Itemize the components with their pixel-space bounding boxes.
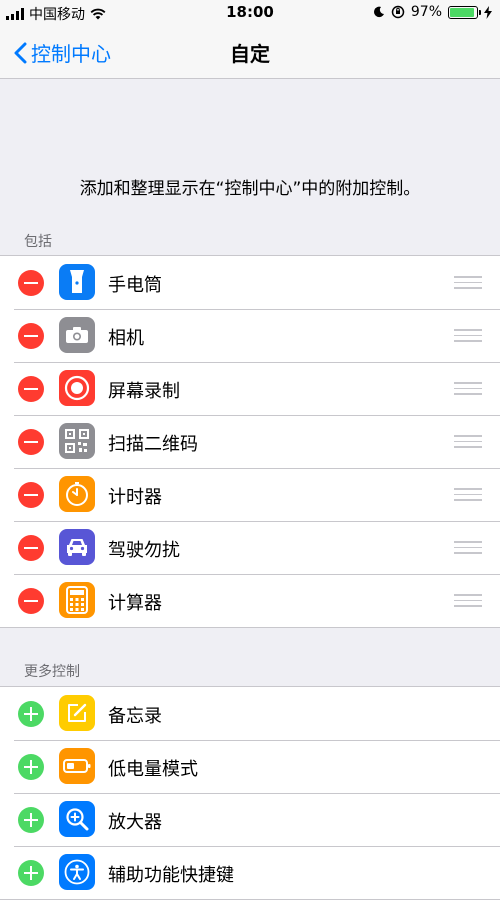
add-button[interactable] [18,860,44,886]
control-label: 手电筒 [108,275,162,296]
control-label: 低电量模式 [108,759,198,780]
charging-icon [484,5,492,19]
control-row: 备忘录 [0,687,500,740]
control-label: 屏幕录制 [108,381,180,402]
description-text: 添加和整理显示在“控制中心”中的附加控制。 [79,179,421,199]
control-row: 辅助功能快捷键 [0,846,500,899]
more-controls-list: 备忘录低电量模式放大器辅助功能快捷键 [0,686,500,900]
remove-button[interactable] [18,429,44,455]
control-label: 扫描二维码 [108,434,198,455]
control-row: 放大器 [0,793,500,846]
navigation-bar: 控制中心 自定 [0,26,500,79]
low-power-icon [59,748,95,784]
control-row: 低电量模式 [0,740,500,793]
reorder-handle-icon[interactable] [454,276,482,293]
page-title: 自定 [230,42,270,66]
remove-button[interactable] [18,270,44,296]
reorder-handle-icon[interactable] [454,488,482,505]
reorder-handle-icon[interactable] [454,382,482,399]
add-button[interactable] [18,754,44,780]
control-label: 备忘录 [108,706,162,727]
timer-icon [59,476,95,512]
status-right: 97% [373,4,492,20]
remove-button[interactable] [18,482,44,508]
section-header-included: 包括 [24,234,52,250]
battery-icon [448,5,481,19]
remove-button[interactable] [18,588,44,614]
control-row: 计算器 [0,574,500,627]
control-label: 计算器 [108,593,162,614]
control-row: 相机 [0,309,500,362]
control-row: 屏幕录制 [0,362,500,415]
reorder-handle-icon[interactable] [454,329,482,346]
battery-fill [450,7,475,17]
add-button[interactable] [18,701,44,727]
control-row: 扫描二维码 [0,415,500,468]
included-controls-list: 手电筒相机屏幕录制扫描二维码计时器驾驶勿扰计算器 [0,255,500,628]
control-label: 相机 [108,328,144,349]
rotation-lock-icon [391,5,405,19]
flashlight-icon [59,264,95,300]
control-label: 计时器 [108,487,162,508]
calculator-icon [59,582,95,618]
magnifier-icon [59,801,95,837]
remove-button[interactable] [18,323,44,349]
qr-code-icon [59,423,95,459]
control-label: 驾驶勿扰 [108,540,180,561]
screen-record-icon [59,370,95,406]
reorder-handle-icon[interactable] [454,541,482,558]
reorder-handle-icon[interactable] [454,594,482,611]
camera-icon [59,317,95,353]
remove-button[interactable] [18,535,44,561]
control-row: 手电筒 [0,256,500,309]
moon-icon [373,6,384,18]
battery-percent: 97% [410,4,442,20]
control-label: 放大器 [108,812,162,833]
control-label: 辅助功能快捷键 [108,865,234,886]
car-icon [59,529,95,565]
control-row: 驾驶勿扰 [0,521,500,574]
accessibility-icon [59,854,95,890]
status-bar: 中国移动 18:00 97% [0,0,500,26]
notes-icon [59,695,95,731]
remove-button[interactable] [18,376,44,402]
control-row: 计时器 [0,468,500,521]
add-button[interactable] [18,807,44,833]
reorder-handle-icon[interactable] [454,435,482,452]
section-header-more: 更多控制 [24,664,80,680]
